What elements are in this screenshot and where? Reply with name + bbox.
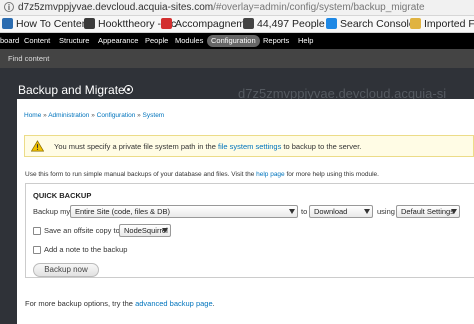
source-select[interactable]: Entire Site (code, files & DB) [70, 205, 298, 218]
chevron-down-icon [289, 209, 295, 214]
add-note-checkbox[interactable] [33, 246, 41, 254]
chevron-down-icon [162, 228, 168, 233]
bookmark-folder-icon [410, 18, 421, 29]
offsite-copy-label: Save an offsite copy to [44, 226, 120, 235]
file-system-settings-link[interactable]: file system settings [218, 142, 281, 151]
toolbar-item-people[interactable]: People [145, 35, 168, 47]
warning-text: You must specify a private file system p… [54, 142, 362, 151]
breadcrumb-configuration[interactable]: Configuration [97, 112, 136, 119]
find-content-link[interactable]: Find content [8, 53, 49, 64]
bookmark-favicon-icon [326, 18, 337, 29]
toolbar-item-help[interactable]: Help [298, 35, 313, 47]
address-bar[interactable]: i d7z5zmvppjyvae.devcloud.acquia-sites.c… [0, 0, 474, 16]
toolbar-item-reports[interactable]: Reports [263, 35, 289, 47]
toolbar-item-modules[interactable]: Modules [175, 35, 203, 47]
page-title: Backup and Migrate [18, 83, 125, 97]
bookmark-favicon-icon [84, 18, 95, 29]
bookmark-item[interactable]: Imported Fro [410, 17, 474, 31]
profile-select[interactable]: Default Settings [396, 205, 460, 218]
toolbar-item-configuration[interactable]: Configuration [207, 35, 260, 47]
bookmark-favicon-icon [2, 18, 13, 29]
page-content: Home » Administration » Configuration » … [17, 99, 474, 324]
shortcut-bar: Find content [0, 49, 474, 68]
warning-message: You must specify a private file system p… [24, 135, 474, 157]
chevron-down-icon [451, 209, 457, 214]
bookmark-item[interactable]: Search Console [326, 17, 415, 31]
url-text[interactable]: d7z5zmvppjyvae.devcloud.acquia-sites.com… [18, 2, 425, 14]
breadcrumb: Home » Administration » Configuration » … [24, 112, 165, 119]
breadcrumb-system[interactable]: System [143, 112, 165, 119]
info-icon[interactable]: i [4, 2, 14, 12]
help-page-link[interactable]: help page [256, 171, 285, 178]
breadcrumb-home[interactable]: Home [24, 112, 41, 119]
admin-toolbar: board Content Structure Appearance Peopl… [0, 33, 474, 49]
bookmark-favicon-icon [161, 18, 172, 29]
chevron-down-icon [364, 209, 370, 214]
toolbar-item-dashboard[interactable]: board [0, 35, 19, 47]
quick-backup-legend: QUICK BACKUP [33, 191, 92, 200]
toolbar-item-structure[interactable]: Structure [59, 35, 89, 47]
bookmarks-bar: How To Center Hookttheory - Sc Accompagn… [0, 16, 474, 33]
bookmark-item[interactable]: 44,497 People C [243, 17, 335, 31]
toolbar-item-content[interactable]: Content [24, 35, 50, 47]
warning-icon [31, 140, 44, 152]
breadcrumb-administration[interactable]: Administration [48, 112, 89, 119]
using-label: using [377, 207, 395, 216]
add-note-label: Add a note to the backup [44, 245, 128, 254]
bookmark-item[interactable]: How To Center [2, 17, 85, 31]
offsite-copy-checkbox[interactable] [33, 227, 41, 235]
more-options-text: For more backup options, try the advance… [25, 299, 215, 308]
destination-select[interactable]: Download [309, 205, 373, 218]
advanced-backup-link[interactable]: advanced backup page [135, 299, 213, 308]
shortcut-add-icon[interactable] [124, 85, 133, 94]
to-label: to [301, 207, 308, 216]
bookmark-favicon-icon [243, 18, 254, 29]
offsite-destination-select[interactable]: NodeSquirrel [119, 224, 171, 237]
backup-now-button[interactable]: Backup now [33, 263, 99, 277]
intro-text: Use this form to run simple manual backu… [25, 171, 379, 178]
toolbar-item-appearance[interactable]: Appearance [98, 35, 138, 47]
quick-backup-fieldset: QUICK BACKUP Backup my Entire Site (code… [25, 183, 474, 278]
bookmark-item[interactable]: Accompagneme [161, 17, 251, 31]
backup-my-label: Backup my [33, 207, 71, 216]
